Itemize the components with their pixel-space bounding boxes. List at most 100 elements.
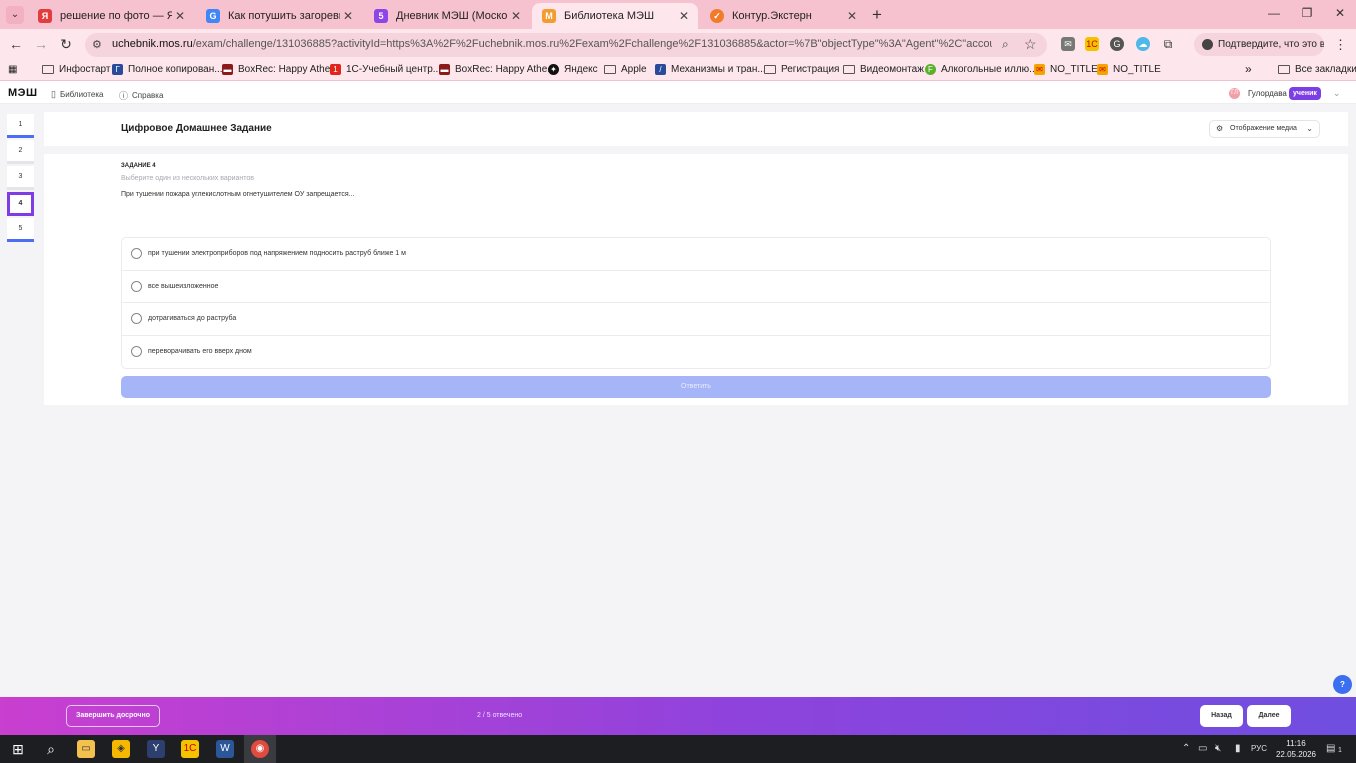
nav-library[interactable]: ▯ Библиотека — [51, 89, 103, 100]
close-icon[interactable]: ✕ — [844, 9, 860, 23]
network-icon[interactable]: ▭ — [1198, 743, 1207, 754]
extension-1c-icon[interactable]: 1C — [1085, 37, 1099, 51]
input-language[interactable]: РУС — [1251, 744, 1267, 753]
close-icon[interactable]: ✕ — [508, 9, 524, 23]
bookmark-item[interactable]: Видеомонтаж — [843, 64, 924, 75]
nav-help[interactable]: ⓘ Справка — [119, 89, 163, 102]
media-display-dropdown[interactable]: ⚙ Отображение медиа ⌄ — [1209, 120, 1320, 138]
extensions-puzzle-icon[interactable]: ⧉ — [1161, 37, 1175, 51]
word-icon[interactable]: W — [216, 740, 234, 758]
system-clock[interactable]: 11:16 22.05.2026 — [1275, 738, 1317, 760]
question-nav-item-active[interactable]: 4 — [7, 192, 34, 216]
window-close-icon[interactable]: ✕ — [1333, 6, 1347, 20]
browser-tab-active[interactable]: M Библиотека МЭШ ✕ — [532, 3, 698, 29]
radio-button[interactable] — [131, 280, 142, 292]
notifications-icon[interactable]: ▤ — [1326, 743, 1335, 754]
question-nav-item[interactable]: 1 — [7, 114, 34, 138]
question-nav-item[interactable]: 2 — [7, 140, 34, 164]
yandex-browser-icon[interactable]: Y — [147, 740, 165, 758]
1c-app-icon[interactable]: 1C — [181, 740, 199, 758]
answer-option[interactable]: при тушении электроприборов под напряжен… — [122, 238, 1270, 271]
finish-early-button[interactable]: Завершить досрочно — [66, 705, 160, 727]
avatar[interactable]: ГЛ — [1229, 88, 1240, 99]
browser-tab[interactable]: G Как потушить загоревшуюся э ✕ — [196, 3, 362, 29]
back-button[interactable]: Назад — [1200, 705, 1243, 727]
forward-arrow-icon[interactable]: → — [33, 36, 49, 52]
verify-identity-button[interactable]: Подтвердите, что это вы — [1194, 33, 1324, 56]
folder-icon — [764, 65, 776, 74]
app-icon[interactable]: ◈ — [112, 740, 130, 758]
bookmark-item[interactable]: / Механизмы и тран... — [655, 64, 766, 75]
option-label: при тушении электроприборов под напряжен… — [148, 250, 406, 257]
reload-icon[interactable]: ↻ — [58, 36, 74, 53]
extension-mail-icon[interactable]: ✉ — [1061, 37, 1075, 51]
bookmark-icon: Г — [112, 64, 123, 75]
extension-cloud-icon[interactable]: ☁ — [1136, 37, 1150, 51]
back-arrow-icon[interactable]: ← — [8, 36, 24, 52]
bookmark-item[interactable]: F Алкогольные иллю... — [925, 64, 1038, 75]
gear-icon: ⚙ — [1216, 124, 1224, 133]
extension-g-icon[interactable]: G — [1110, 37, 1124, 51]
radio-button[interactable] — [131, 345, 142, 357]
url-text[interactable]: uchebnik.mos.ru/exam/challenge/131036885… — [112, 38, 992, 50]
user-name[interactable]: Гулордава — [1248, 89, 1287, 98]
tray-chevron-icon[interactable]: ⌃ — [1182, 743, 1190, 754]
chevron-down-icon[interactable]: ⌄ — [1333, 88, 1341, 99]
question-nav-item[interactable]: 3 — [7, 166, 34, 190]
more-bookmarks-icon[interactable]: » — [1245, 62, 1252, 76]
bookmark-star-icon[interactable]: ☆ — [1024, 36, 1037, 53]
all-bookmarks[interactable]: Все закладки — [1278, 64, 1356, 75]
site-settings-icon[interactable]: ⚙ — [92, 38, 102, 51]
close-icon[interactable]: ✕ — [676, 9, 692, 23]
bookmark-item[interactable]: Инфостарт — [42, 64, 110, 75]
restore-icon[interactable]: ❐ — [1300, 6, 1314, 20]
question-text: При тушении пожара углекислотным огнетуш… — [121, 191, 355, 198]
zoom-magnifier-icon[interactable]: ⌕ — [1002, 37, 1009, 52]
browser-menu-icon[interactable]: ⋮ — [1334, 37, 1347, 53]
answer-option[interactable]: все вышеизложенное — [122, 271, 1270, 303]
answer-option[interactable]: переворачивать его вверх дном — [122, 336, 1270, 369]
bookmark-item[interactable]: Apple — [604, 64, 647, 75]
bookmark-item[interactable]: ✉ NO_TITLE — [1034, 64, 1098, 75]
windows-taskbar: ⊞ ⌕ ▭ ◈ Y 1C W ◉ ⌃ ▭ 🔇︎ ▮ РУС 11:16 22.0… — [0, 735, 1356, 763]
chrome-icon[interactable]: ◉ — [251, 740, 269, 758]
bookmark-item[interactable]: ✉ NO_TITLE — [1097, 64, 1161, 75]
volume-muted-icon[interactable]: 🔇︎ — [1215, 743, 1221, 754]
question-nav-item[interactable]: 5 — [7, 218, 34, 242]
bookmarks-bar: ▦ Инфостарт Г Полное копирован... ▬ BoxRec… — [0, 60, 1356, 81]
bookmark-item[interactable]: Г Полное копирован... — [112, 64, 223, 75]
option-label: дотрагиваться до раструба — [148, 315, 237, 322]
file-explorer-icon[interactable]: ▭ — [77, 740, 95, 758]
radio-button[interactable] — [131, 248, 142, 259]
1c-icon: 1 — [330, 64, 341, 75]
book-icon: ▯ — [51, 89, 56, 99]
minimize-icon[interactable]: — — [1267, 6, 1281, 20]
title-card: Цифровое Домашнее Задание ⚙ Отображение … — [44, 112, 1348, 146]
browser-tab[interactable]: 5 Дневник МЭШ (Московская э ✕ — [364, 3, 530, 29]
page-title: Цифровое Домашнее Задание — [121, 123, 272, 134]
windows-start-icon[interactable]: ⊞ — [9, 740, 27, 758]
radio-button[interactable] — [131, 313, 142, 324]
bookmark-item[interactable]: ▬ BoxRec: Happy Athe... — [439, 64, 556, 75]
answer-option[interactable]: дотрагиваться до раструба — [122, 303, 1270, 336]
bookmark-icon: / — [655, 64, 666, 75]
address-bar[interactable]: ⚙ uchebnik.mos.ru/exam/challenge/1310368… — [85, 33, 1047, 57]
new-tab-plus-icon[interactable]: + — [872, 5, 886, 25]
bookmark-item[interactable]: ✦ Яндекс — [548, 64, 598, 75]
mes-logo[interactable]: МЭШ — [8, 87, 38, 99]
next-button[interactable]: Далее — [1247, 705, 1291, 727]
answer-button[interactable]: Ответить — [121, 376, 1271, 398]
microphone-icon[interactable]: ▮ — [1235, 743, 1241, 754]
close-icon[interactable]: ✕ — [172, 9, 188, 23]
help-button[interactable]: ? — [1333, 675, 1352, 694]
bookmark-item[interactable]: ▬ BoxRec: Happy Athe... — [222, 64, 339, 75]
bookmark-item[interactable]: 1 1С-Учебный центр... — [330, 64, 441, 75]
question-card: ЗАДАНИЕ 4 Выберите один из нескольких ва… — [44, 154, 1348, 405]
search-icon[interactable]: ⌕ — [42, 740, 60, 758]
close-icon[interactable]: ✕ — [340, 9, 356, 23]
bookmark-item[interactable]: Регистрация — [764, 64, 839, 75]
browser-tab[interactable]: Я решение по фото — Яндекс: н ✕ — [28, 3, 194, 29]
apps-grid-icon[interactable]: ▦ — [8, 64, 17, 75]
tab-search-icon[interactable]: ⌄ — [6, 6, 24, 24]
browser-tab[interactable]: ✓ Контур.Экстерн ✕ — [700, 3, 866, 29]
